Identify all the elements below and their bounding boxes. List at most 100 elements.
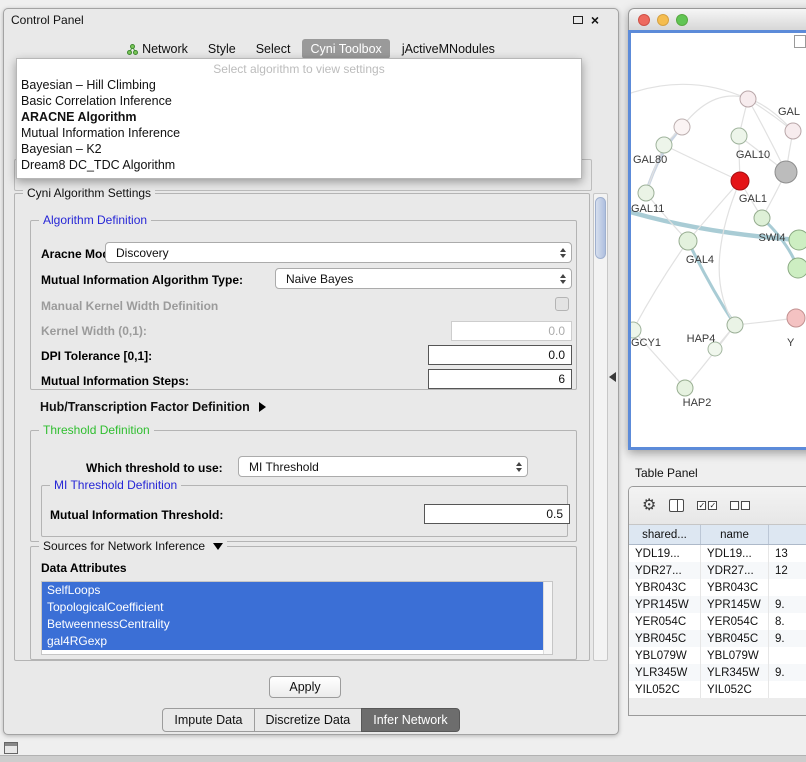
network-node[interactable] xyxy=(775,161,797,183)
table-cell: 13 xyxy=(769,545,806,562)
column-header-extra[interactable] xyxy=(769,525,806,544)
network-canvas[interactable]: GALGAL80GAL10GAL11GAL1SWI4GAL4GCY1HAP4HA… xyxy=(628,30,806,450)
network-edge[interactable] xyxy=(682,96,793,131)
mi-type-select[interactable]: Naive Bayes xyxy=(275,268,572,289)
table-row[interactable]: YBR045CYBR045C9. xyxy=(629,630,806,647)
chevron-right-icon xyxy=(259,402,266,412)
minimize-traffic-light[interactable] xyxy=(657,14,669,26)
close-icon[interactable]: × xyxy=(591,13,599,27)
bottom-tab-infer-network[interactable]: Infer Network xyxy=(361,708,459,732)
chevron-down-icon xyxy=(213,543,223,550)
gear-icon[interactable]: ⚙ xyxy=(642,498,656,514)
manual-kernel-checkbox[interactable] xyxy=(555,297,569,311)
attribute-item-topologicalcoefficient[interactable]: TopologicalCoefficient xyxy=(42,599,543,616)
table-row[interactable]: YLR345WYLR345W9. xyxy=(629,664,806,681)
table-row[interactable]: YBL079WYBL079W xyxy=(629,647,806,664)
table-row[interactable]: YPR145WYPR145W9. xyxy=(629,596,806,613)
network-node[interactable] xyxy=(731,128,747,144)
aracne-mode-select[interactable]: Discovery xyxy=(105,242,572,263)
close-traffic-light[interactable] xyxy=(638,14,650,26)
tab-cyni-toolbox[interactable]: Cyni Toolbox xyxy=(302,39,389,59)
mi-threshold-field[interactable]: 0.5 xyxy=(424,504,570,524)
deselect-all-icon[interactable] xyxy=(730,501,750,510)
network-node[interactable] xyxy=(788,258,806,278)
columns-icon[interactable] xyxy=(669,499,684,512)
network-edge[interactable] xyxy=(631,84,748,99)
network-node[interactable] xyxy=(677,380,693,396)
node-label: HAP2 xyxy=(683,397,712,409)
algorithm-option-mutual-information-inference[interactable]: Mutual Information Inference xyxy=(17,125,581,141)
tab-jactivemnodules[interactable]: jActiveMNodules xyxy=(394,39,503,59)
table-cell xyxy=(769,681,806,698)
network-node[interactable] xyxy=(731,172,749,190)
network-node[interactable] xyxy=(789,230,806,250)
sources-group: Sources for Network Inference Data Attri… xyxy=(30,546,577,660)
table-row[interactable]: YIL052CYIL052C xyxy=(629,681,806,698)
bottom-tab-impute-data[interactable]: Impute Data xyxy=(162,708,254,732)
algorithm-option-aracne-algorithm[interactable]: ARACNE Algorithm xyxy=(17,109,581,125)
algorithm-dropdown-list: Select algorithm to view settings Bayesi… xyxy=(16,58,582,179)
algorithm-option-bayesian-hill-climbing[interactable]: Bayesian – Hill Climbing xyxy=(17,77,581,93)
scrollbar-thumb[interactable] xyxy=(595,197,606,259)
table-cell xyxy=(769,647,806,664)
dpi-tolerance-label: DPI Tolerance [0,1]: xyxy=(41,349,152,363)
network-edge[interactable] xyxy=(664,145,740,181)
network-node[interactable] xyxy=(787,309,805,327)
network-edge[interactable] xyxy=(633,241,688,330)
tab-select[interactable]: Select xyxy=(248,39,299,59)
network-node[interactable] xyxy=(679,232,697,250)
navigator-box[interactable] xyxy=(794,35,806,48)
control-panel-titlebar[interactable]: Control Panel × xyxy=(4,9,618,31)
table-row[interactable]: YDR27...YDR27...12 xyxy=(629,562,806,579)
zoom-traffic-light[interactable] xyxy=(676,14,688,26)
algorithm-option-dream8-dc-tdc-algorithm[interactable]: Dream8 DC_TDC Algorithm xyxy=(17,157,581,173)
network-node[interactable] xyxy=(638,185,654,201)
table-cell: 8. xyxy=(769,613,806,630)
attribute-item-selfloops[interactable]: SelfLoops xyxy=(42,582,543,599)
mi-steps-field[interactable]: 6 xyxy=(428,369,572,389)
tab-label: Style xyxy=(208,42,236,56)
table-cell: YDL19... xyxy=(629,545,701,562)
network-node[interactable] xyxy=(740,91,756,107)
settings-scrollbar[interactable] xyxy=(593,193,608,661)
algorithm-option-basic-correlation-inference[interactable]: Basic Correlation Inference xyxy=(17,93,581,109)
table-row[interactable]: YER054CYER054C8. xyxy=(629,613,806,630)
hub-definition-toggle[interactable]: Hub/Transcription Factor Definition xyxy=(40,400,266,414)
data-attributes-list: SelfLoopsTopologicalCoefficientBetweenne… xyxy=(41,581,553,655)
network-node[interactable] xyxy=(674,119,690,135)
which-threshold-select[interactable]: MI Threshold xyxy=(238,456,528,477)
list-scrollbar[interactable] xyxy=(543,582,552,654)
table-cell: 9. xyxy=(769,596,806,613)
table-panel-title: Table Panel xyxy=(635,466,698,480)
minimized-panel-icon[interactable] xyxy=(4,742,18,754)
apply-button[interactable]: Apply xyxy=(269,676,341,698)
algorithm-definition-title: Algorithm Definition xyxy=(39,213,151,227)
network-graph[interactable]: GALGAL80GAL10GAL11GAL1SWI4GAL4GCY1HAP4HA… xyxy=(631,33,806,447)
attribute-item-betweennesscentrality[interactable]: BetweennessCentrality xyxy=(42,616,543,633)
float-window-icon[interactable] xyxy=(573,16,583,24)
attribute-item-gal4rgexp[interactable]: gal4RGexp xyxy=(42,633,543,650)
column-header-name[interactable]: name xyxy=(701,525,769,544)
bottom-tab-discretize-data[interactable]: Discretize Data xyxy=(254,708,363,732)
mi-type-label: Mutual Information Algorithm Type: xyxy=(41,273,243,287)
which-threshold-label: Which threshold to use: xyxy=(86,461,223,475)
dpi-tolerance-field[interactable]: 0.0 xyxy=(428,345,572,365)
kernel-width-field[interactable]: 0.0 xyxy=(451,321,572,341)
select-all-icon[interactable]: ✓✓ xyxy=(697,501,717,510)
tab-style[interactable]: Style xyxy=(200,39,244,59)
network-node[interactable] xyxy=(727,317,743,333)
network-node[interactable] xyxy=(656,137,672,153)
sources-toggle[interactable]: Sources for Network Inference xyxy=(39,539,227,553)
table-cell: YER054C xyxy=(701,613,769,630)
column-header-shared-name[interactable]: shared... xyxy=(629,525,701,544)
tab-network[interactable]: Network xyxy=(119,39,196,59)
algorithm-option-bayesian-k2[interactable]: Bayesian – K2 xyxy=(17,141,581,157)
network-node[interactable] xyxy=(631,322,641,338)
network-node[interactable] xyxy=(754,210,770,226)
table-row[interactable]: YBR043CYBR043C xyxy=(629,579,806,596)
panel-collapse-arrow-icon[interactable] xyxy=(609,372,616,382)
network-window-titlebar[interactable] xyxy=(628,8,806,30)
network-node[interactable] xyxy=(785,123,801,139)
table-row[interactable]: YDL19...YDL19...13 xyxy=(629,545,806,562)
stepper-icon xyxy=(516,462,522,472)
